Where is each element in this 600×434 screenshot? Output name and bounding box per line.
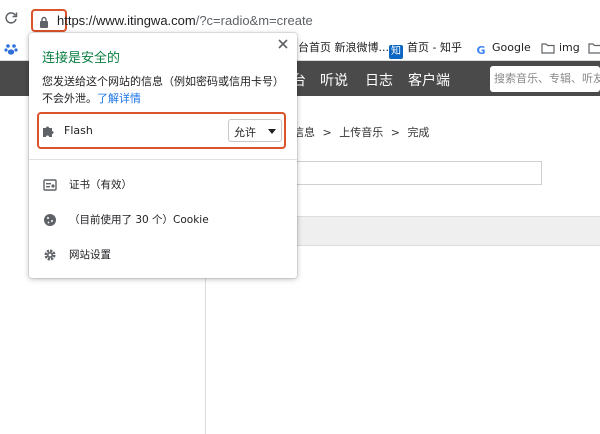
breadcrumb-separator: > <box>390 126 400 139</box>
flash-label: Flash <box>64 124 93 137</box>
url-path: /?c=radio&m=create <box>195 13 313 28</box>
breadcrumb-separator: > <box>322 126 332 139</box>
breadcrumb-step: 完成 <box>407 126 430 139</box>
close-icon[interactable] <box>277 38 291 52</box>
cookie-row[interactable]: （目前使用了 30 个）Cookie <box>29 202 297 236</box>
nav-item-tingshuo[interactable]: 听说 <box>320 70 348 90</box>
bookmark-google[interactable]: G Google <box>474 40 531 57</box>
puzzle-icon <box>41 123 55 137</box>
url-field[interactable]: https://www.itingwa.com/?c=radio&m=creat… <box>57 13 313 28</box>
bookmark-label: 台首页 新浪微博... <box>298 41 389 54</box>
baidu-icon[interactable] <box>4 41 18 55</box>
site-settings-label: 网站设置 <box>69 249 111 261</box>
lock-icon <box>39 13 49 28</box>
bookmark-weibo[interactable]: 台首页 新浪微博... <box>298 40 389 56</box>
bookmark-img[interactable]: img <box>541 40 580 56</box>
certificate-label: 证书（有效） <box>69 179 132 191</box>
folder-icon <box>541 42 555 56</box>
flash-select-value: 允许 <box>234 126 256 139</box>
search-input[interactable]: 搜索音乐、专辑、听友 <box>490 66 600 92</box>
site-settings-row[interactable]: 网站设置 <box>29 237 297 271</box>
bookmark-hao[interactable] <box>588 40 600 56</box>
breadcrumb: 台信息 > 上传音乐 > 完成 <box>282 124 429 140</box>
chevron-down-icon <box>268 129 276 134</box>
popup-description-text: 您发送给这个网站的信息（例如密码或信用卡号）不会外泄。 <box>42 75 284 105</box>
nav-item-client[interactable]: 客户端 <box>408 70 450 90</box>
title-input[interactable] <box>286 161 542 185</box>
url-host: https://www.itingwa.com <box>57 13 196 28</box>
cookie-label: （目前使用了 30 个）Cookie <box>69 214 209 226</box>
nav-item-rizhi[interactable]: 日志 <box>365 70 393 90</box>
bookmark-zhihu[interactable]: 知首页 - 知乎 <box>389 40 462 59</box>
breadcrumb-step: 上传音乐 <box>339 126 384 139</box>
zhihu-icon: 知 <box>389 45 403 59</box>
bookmark-label: 首页 - 知乎 <box>407 41 462 54</box>
cookie-icon <box>43 212 57 226</box>
gear-icon <box>43 247 57 261</box>
google-icon: G <box>476 44 486 57</box>
popup-description: 您发送给这个网站的信息（例如密码或信用卡号）不会外泄。了解详情 <box>42 73 286 107</box>
certificate-row[interactable]: 证书（有效） <box>29 167 297 201</box>
folder-icon <box>588 42 600 56</box>
bookmark-label: img <box>559 41 580 54</box>
certificate-icon <box>43 177 57 191</box>
bookmark-label: Google <box>492 41 531 54</box>
learn-more-link[interactable]: 了解详情 <box>97 92 141 105</box>
reload-icon[interactable] <box>4 11 18 25</box>
popup-title: 连接是安全的 <box>42 51 121 66</box>
popup-divider <box>29 159 297 160</box>
